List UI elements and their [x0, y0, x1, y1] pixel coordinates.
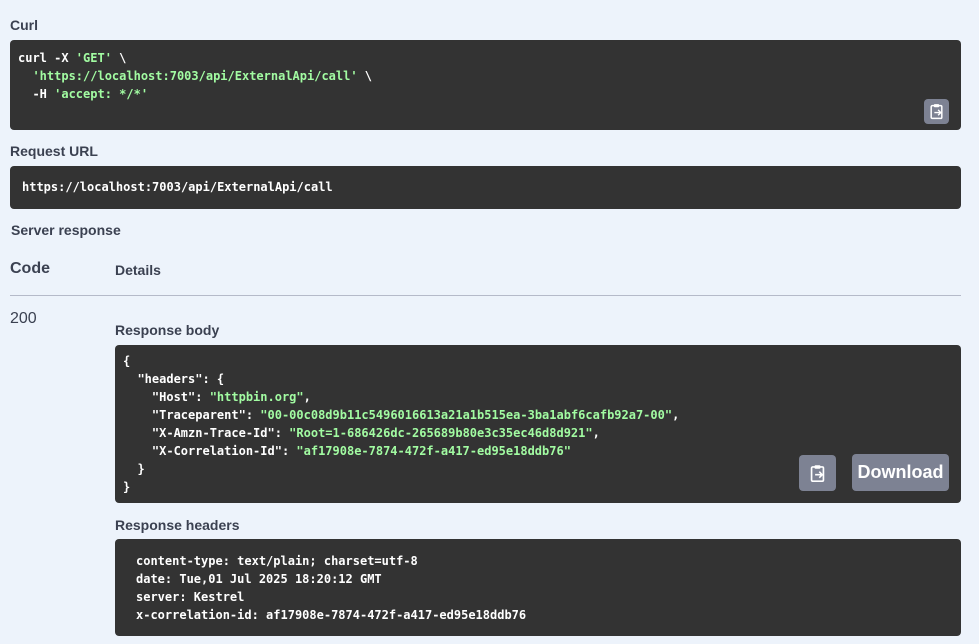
- curl-line-2: 'https://localhost:7003/api/ExternalApi/…: [18, 67, 953, 85]
- curl-code-block: curl -X 'GET' \ 'https://localhost:7003/…: [10, 40, 961, 130]
- request-url-label: Request URL: [10, 143, 98, 159]
- curl-line-continuation: \: [357, 69, 373, 83]
- copy-response-body-button[interactable]: [799, 455, 836, 491]
- curl-line-1: curl -X 'GET' \: [18, 49, 953, 67]
- curl-line-continuation: \: [111, 51, 127, 65]
- response-header-line: date: Tue,01 Jul 2025 18:20:12 GMT: [136, 572, 382, 586]
- request-url-block: https://localhost:7003/api/ExternalApi/c…: [10, 166, 961, 209]
- json-line: "headers": {: [123, 372, 225, 386]
- json-comma: ,: [303, 390, 311, 404]
- request-url-value: https://localhost:7003/api/ExternalApi/c…: [22, 180, 333, 194]
- response-body-label: Response body: [115, 322, 220, 338]
- curl-command: curl -X: [18, 51, 76, 65]
- curl-label: Curl: [10, 17, 38, 33]
- json-comma: ,: [592, 426, 600, 440]
- response-headers-block: content-type: text/plain; charset=utf-8 …: [115, 539, 961, 636]
- response-status-code: 200: [10, 310, 37, 327]
- response-headers-label: Response headers: [115, 517, 240, 533]
- download-button[interactable]: Download: [852, 454, 949, 491]
- clipboard-copy-icon: [810, 464, 825, 482]
- curl-method: 'GET': [75, 51, 112, 65]
- json-line: "Host": "httpbin.org",: [123, 388, 953, 406]
- json-line: "X-Amzn-Trace-Id": "Root=1-686426dc-2656…: [123, 424, 953, 442]
- json-line: {: [123, 354, 131, 368]
- response-header-line: x-correlation-id: af17908e-7874-472f-a41…: [136, 608, 527, 622]
- curl-header-value: 'accept: */*': [54, 87, 149, 101]
- json-key-correlation-id: "X-Correlation-Id":: [123, 444, 297, 458]
- json-value-host: "httpbin.org": [209, 390, 304, 404]
- server-response-label: Server response: [11, 222, 121, 238]
- curl-header-flag: -H: [18, 87, 55, 101]
- clipboard-copy-icon: [930, 104, 943, 120]
- json-comma: ,: [672, 408, 680, 422]
- json-key-traceparent: "Traceparent":: [123, 408, 261, 422]
- json-line: "Traceparent": "00-00c08d9b11c5496016613…: [123, 406, 953, 424]
- copy-curl-button[interactable]: [924, 99, 949, 124]
- response-header-line: server: Kestrel: [136, 590, 245, 604]
- json-value-traceparent: "00-00c08d9b11c5496016613a21a1b515ea-3ba…: [260, 408, 673, 422]
- json-key-trace-id: "X-Amzn-Trace-Id":: [123, 426, 290, 440]
- json-value-trace-id: "Root=1-686426dc-265689b80e3c35ec46d8d92…: [289, 426, 593, 440]
- code-column-header: Code: [10, 260, 50, 277]
- curl-line-3: -H 'accept: */*': [18, 85, 953, 103]
- json-key-host: "Host":: [123, 390, 210, 404]
- details-column-header: Details: [115, 262, 161, 278]
- curl-url: 'https://localhost:7003/api/ExternalApi/…: [32, 69, 358, 83]
- table-header-divider: [10, 295, 961, 296]
- json-value-correlation-id: "af17908e-7874-472f-a417-ed95e18ddb76": [296, 444, 571, 458]
- response-header-line: content-type: text/plain; charset=utf-8: [136, 554, 418, 568]
